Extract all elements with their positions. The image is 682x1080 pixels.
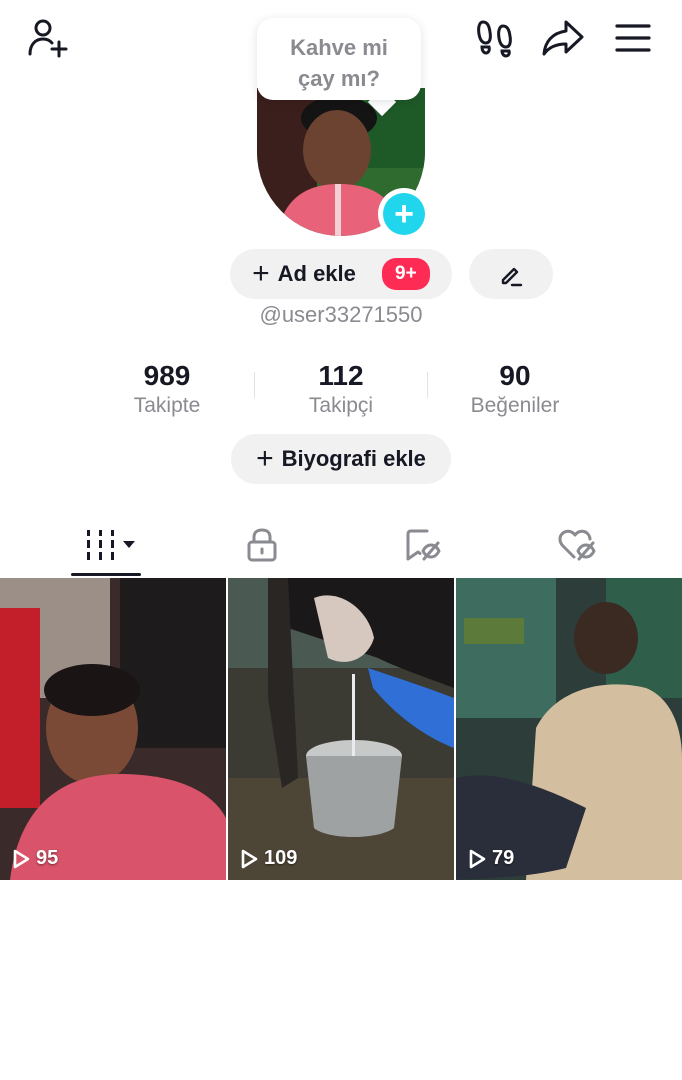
menu-icon[interactable] xyxy=(612,18,654,58)
liked-hidden-icon xyxy=(558,529,596,561)
video-thumbnail[interactable]: 109 xyxy=(228,578,454,880)
stat-label: Takipte xyxy=(133,394,201,417)
video-grid: 95 109 79 xyxy=(0,578,682,880)
bookmark-hidden-icon xyxy=(406,529,441,561)
stat-label: Takipçi xyxy=(308,394,374,417)
add-bio-label: Biyografi ekle xyxy=(281,446,426,471)
stat-label: Beğeniler xyxy=(470,394,560,417)
divider xyxy=(254,372,255,398)
video-thumbnail[interactable]: 95 xyxy=(0,578,226,880)
plus-icon: + xyxy=(256,442,274,475)
view-count-value: 109 xyxy=(264,847,298,869)
plus-icon: + xyxy=(383,193,425,235)
tab-liked[interactable] xyxy=(492,512,662,578)
add-avatar-button[interactable]: + xyxy=(378,188,430,240)
stat-value: 989 xyxy=(143,360,191,391)
play-icon xyxy=(469,849,486,868)
add-name-label: Ad ekle xyxy=(277,261,356,286)
bubble-line-2: çay mı? xyxy=(298,66,380,91)
pencil-icon xyxy=(501,267,523,287)
view-count-value: 95 xyxy=(36,847,59,869)
active-tab-indicator xyxy=(71,573,141,576)
view-count: 109 xyxy=(240,847,297,870)
edit-profile-button[interactable] xyxy=(469,249,553,299)
stat-likes[interactable]: 90 Beğeniler xyxy=(428,360,602,424)
add-bio-button[interactable]: + Biyografi ekle xyxy=(231,434,451,484)
profile-tabs xyxy=(0,512,682,578)
share-icon[interactable] xyxy=(540,16,586,60)
tab-videos[interactable] xyxy=(26,512,196,578)
play-icon xyxy=(241,849,258,868)
tab-saved[interactable] xyxy=(337,512,507,578)
notification-badge: 9+ xyxy=(381,258,430,290)
stat-followers[interactable]: 112 Takipçi xyxy=(254,360,428,424)
footprints-icon[interactable] xyxy=(474,16,516,58)
view-count: 79 xyxy=(468,847,514,870)
username: @user33271550 xyxy=(259,302,423,327)
view-count: 95 xyxy=(12,847,58,870)
stats-row: 989 Takipte 112 Takipçi 90 Beğeniler xyxy=(80,360,602,424)
add-name-button[interactable]: + Ad ekle 9+ xyxy=(230,249,452,299)
bubble-line-1: Kahve mi xyxy=(290,35,388,60)
videos-grid-icon xyxy=(87,530,135,560)
status-bubble[interactable]: Kahve mi çay mı? xyxy=(257,18,421,100)
tab-private[interactable] xyxy=(177,512,347,578)
plus-icon: + xyxy=(252,257,270,290)
lock-icon xyxy=(247,528,277,562)
stat-value: 112 xyxy=(318,360,364,391)
video-thumbnail[interactable]: 79 xyxy=(456,578,682,880)
stat-value: 90 xyxy=(499,360,531,391)
view-count-value: 79 xyxy=(492,847,515,869)
person-add-icon[interactable] xyxy=(26,16,70,60)
stat-following[interactable]: 989 Takipte xyxy=(80,360,254,424)
play-icon xyxy=(13,849,30,868)
